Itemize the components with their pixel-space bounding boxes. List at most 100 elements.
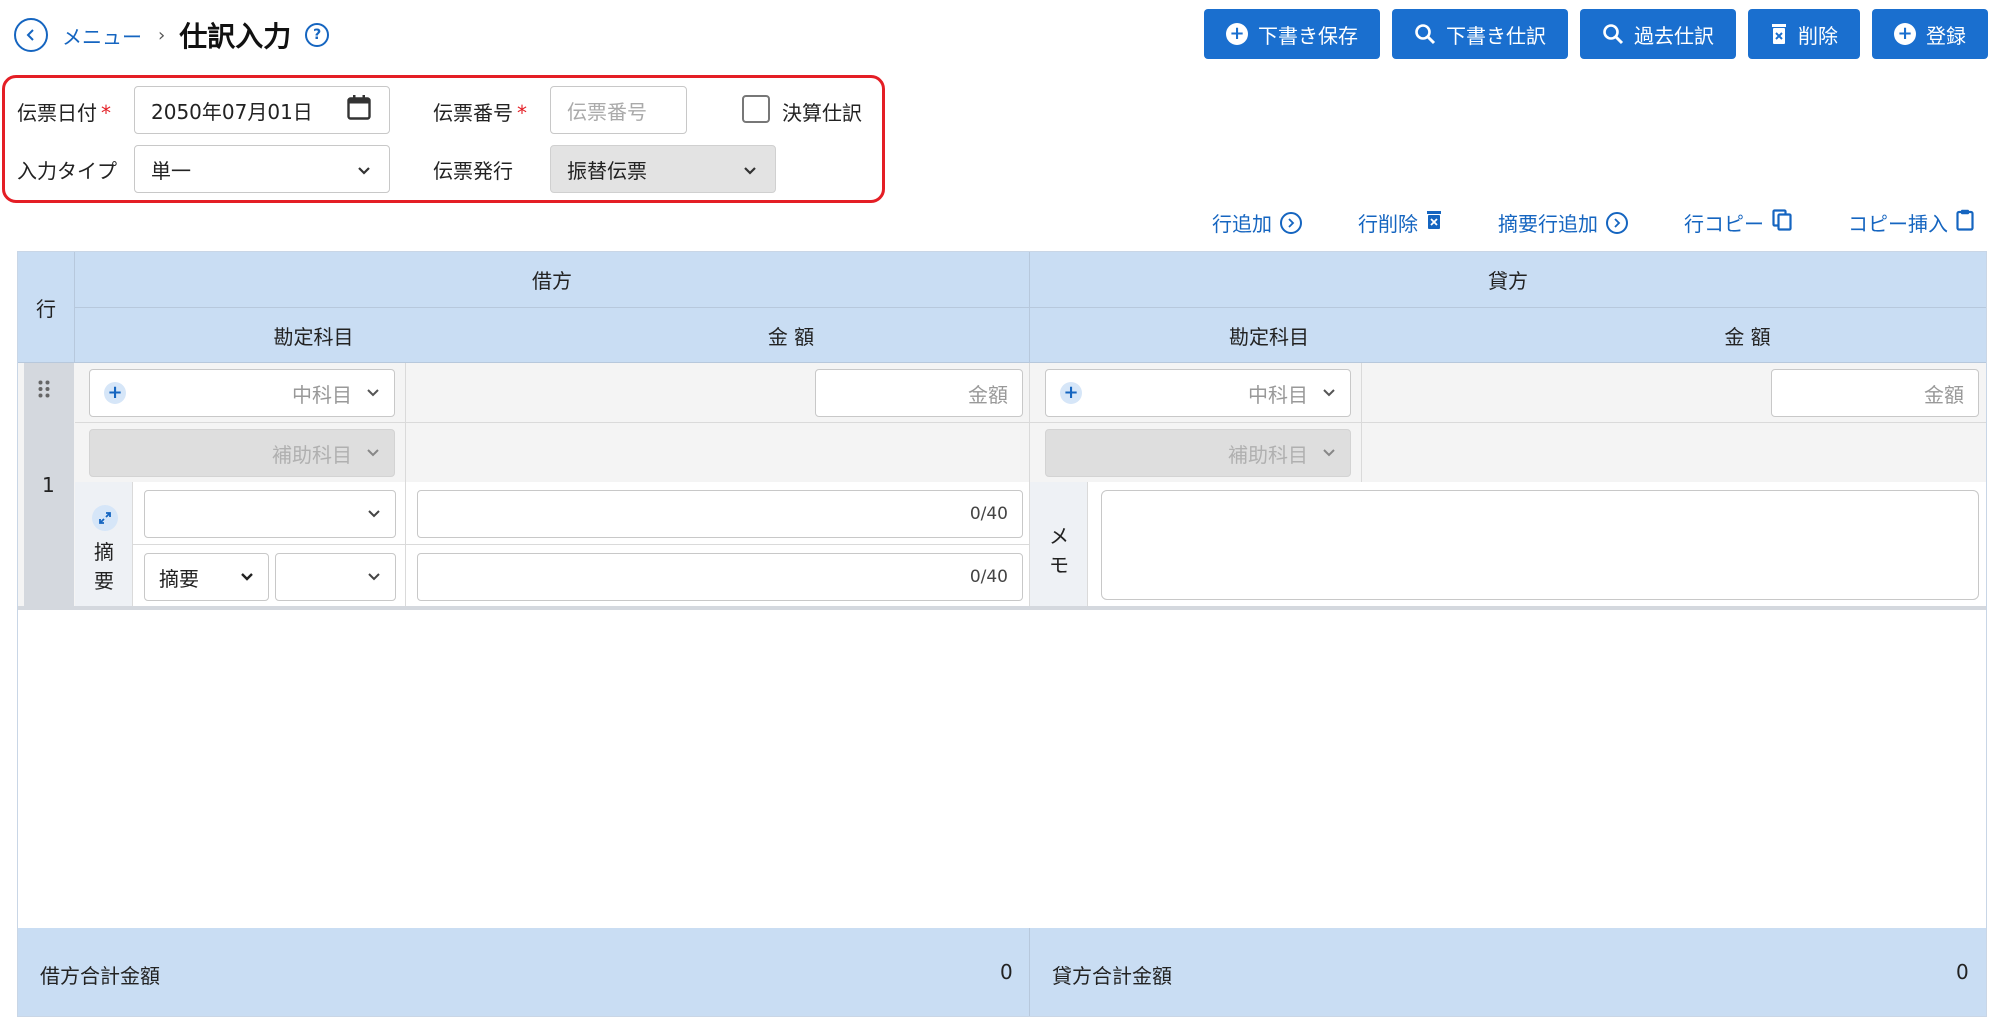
chevron-down-icon	[366, 388, 380, 398]
credit-amount-header: 金 額	[1724, 325, 1771, 349]
closing-entry-label: 決算仕訳	[782, 101, 862, 125]
totals-footer: 借方合計金額 0 貸方合計金額 0	[18, 928, 1986, 1016]
breadcrumb-menu-link[interactable]: メニュー	[62, 21, 142, 50]
memo-label-char-1: メ	[1049, 524, 1069, 548]
debit-account-header: 勘定科目	[273, 325, 354, 349]
voucher-date-label: 伝票日付 *	[17, 101, 111, 125]
debit-sub-account-placeholder: 中科目	[292, 382, 352, 407]
plus-icon[interactable]: +	[1060, 382, 1082, 404]
draft-journal-label: 下書き仕訳	[1446, 23, 1546, 48]
row-bottom-border	[18, 606, 1986, 610]
credit-header: 貸方	[1488, 269, 1528, 293]
copy-icon	[1772, 209, 1792, 236]
back-icon[interactable]	[14, 18, 48, 52]
add-row-button[interactable]: 行追加	[1212, 208, 1302, 237]
chevron-down-icon	[1322, 388, 1336, 398]
closing-entry-checkbox[interactable]	[742, 95, 770, 123]
copy-insert-button[interactable]: コピー挿入	[1848, 208, 1974, 237]
debit-amount-input[interactable]: 金額	[815, 369, 1023, 417]
summary-label-char-1: 摘	[94, 540, 114, 564]
search-icon	[1414, 23, 1436, 45]
debit-amount-header: 金 額	[767, 325, 815, 349]
credit-total-value: 0	[1956, 960, 1969, 984]
breadcrumb-separator: ›	[158, 24, 166, 46]
delete-button[interactable]: 削除	[1748, 9, 1860, 59]
clipboard-icon	[1956, 209, 1974, 236]
copy-row-label: 行コピー	[1684, 212, 1764, 236]
debit-header: 借方	[532, 269, 572, 293]
plus-icon[interactable]: +	[104, 382, 126, 404]
drag-handle-icon[interactable]	[38, 380, 50, 398]
summary-type-select[interactable]: 摘要	[144, 553, 269, 601]
credit-aux-account-placeholder: 補助科目	[1228, 442, 1308, 467]
chevron-right-circle-icon	[1280, 211, 1302, 234]
voucher-number-placeholder: 伝票番号	[567, 99, 647, 124]
debit-total-value: 0	[1000, 960, 1013, 984]
chevron-down-icon	[1322, 448, 1336, 458]
divider	[132, 544, 1029, 545]
add-row-label: 行追加	[1212, 212, 1272, 236]
help-icon[interactable]: ?	[305, 23, 330, 47]
required-mark: *	[517, 101, 527, 125]
char-counter: 0/40	[969, 567, 1008, 587]
row-number: 1	[42, 473, 55, 497]
credit-amount-input[interactable]: 金額	[1771, 369, 1979, 417]
summary-sub-select[interactable]	[275, 553, 396, 601]
divider	[75, 422, 1986, 423]
chevron-down-icon	[367, 509, 381, 519]
delete-row-button[interactable]: 行削除	[1358, 208, 1442, 237]
summary-type-value: 摘要	[159, 566, 199, 591]
input-type-label: 入力タイプ	[17, 159, 117, 183]
divider	[1029, 928, 1030, 1016]
chevron-down-icon	[366, 448, 380, 458]
calendar-icon[interactable]	[347, 95, 371, 126]
register-button[interactable]: + 登録	[1872, 9, 1988, 59]
chevron-right-circle-icon	[1606, 211, 1628, 234]
expand-icon[interactable]	[92, 505, 118, 531]
required-mark: *	[101, 101, 111, 125]
credit-account-select[interactable]: + 中科目	[1045, 369, 1351, 417]
memo-label-char-2: モ	[1049, 553, 1069, 577]
copy-row-button[interactable]: 行コピー	[1684, 208, 1792, 237]
draft-save-button[interactable]: + 下書き保存	[1204, 9, 1380, 59]
plus-circle-icon: +	[1894, 23, 1916, 45]
add-summary-row-button[interactable]: 摘要行追加	[1498, 208, 1628, 237]
credit-aux-account-select: 補助科目	[1045, 429, 1351, 477]
summary-text-input-1[interactable]: 0/40	[417, 490, 1023, 538]
delete-label: 削除	[1798, 23, 1838, 48]
voucher-number-label: 伝票番号 *	[433, 101, 527, 125]
page-header: メニュー › 仕訳入力 ?	[14, 12, 330, 58]
voucher-date-input[interactable]: 2050年07月01日	[134, 86, 390, 134]
past-journal-label: 過去仕訳	[1634, 23, 1714, 48]
credit-total-label: 貸方合計金額	[1052, 964, 1172, 988]
draft-save-label: 下書き保存	[1258, 23, 1358, 48]
row-actions-bar: 行追加 行削除 摘要行追加 行コピー コピー挿入	[1212, 208, 1974, 237]
input-type-select[interactable]: 単一	[134, 145, 390, 193]
draft-journal-button[interactable]: 下書き仕訳	[1392, 9, 1568, 59]
summary-label-char-2: 要	[94, 569, 114, 593]
input-type-value: 単一	[151, 158, 191, 183]
register-label: 登録	[1926, 23, 1966, 48]
toolbar: + 下書き保存 下書き仕訳 過去仕訳 削除 + 登録	[1204, 9, 1988, 59]
trash-icon	[1770, 23, 1788, 45]
char-counter: 0/40	[969, 504, 1008, 524]
debit-aux-account-placeholder: 補助科目	[272, 442, 352, 467]
memo-textarea[interactable]	[1101, 490, 1979, 600]
divider	[405, 363, 406, 483]
summary-template-select[interactable]	[144, 490, 396, 538]
debit-total-label: 借方合計金額	[40, 964, 160, 988]
divider	[1087, 482, 1088, 606]
past-journal-button[interactable]: 過去仕訳	[1580, 9, 1736, 59]
add-summary-row-label: 摘要行追加	[1498, 212, 1598, 236]
voucher-number-input[interactable]: 伝票番号	[550, 86, 687, 134]
debit-account-select[interactable]: + 中科目	[89, 369, 395, 417]
voucher-issue-label: 伝票発行	[433, 159, 513, 183]
delete-row-label: 行削除	[1358, 212, 1418, 236]
chevron-down-icon	[240, 572, 254, 582]
divider	[1361, 363, 1362, 483]
credit-sub-account-placeholder: 中科目	[1248, 382, 1308, 407]
voucher-date-value: 2050年07月01日	[151, 99, 313, 124]
divider	[75, 307, 1986, 308]
plus-circle-icon: +	[1226, 23, 1248, 45]
summary-text-input-2[interactable]: 0/40	[417, 553, 1023, 601]
